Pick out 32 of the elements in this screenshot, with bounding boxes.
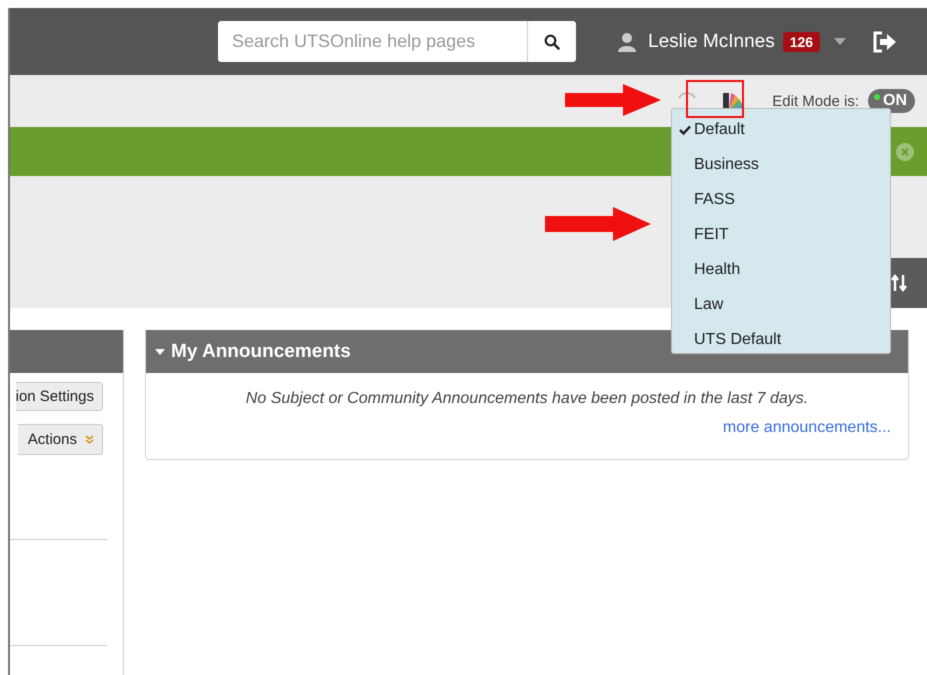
collapse-icon[interactable] [155,348,165,356]
menu-item-label: FASS [694,190,735,208]
search-icon [544,34,560,50]
panel-title: My Announcements [171,340,351,362]
more-link[interactable]: more announcements... [722,419,891,436]
empty-message: No Subject or Community Announcements have been posted in the last 7 days. [244,390,810,408]
highlight-box [686,80,744,118]
caret-icon[interactable] [834,38,846,46]
chevron-icon [85,434,94,444]
actions-button[interactable]: Actions [18,424,103,455]
menu-item[interactable]: FASS [672,182,890,217]
menu-item-label: Law [694,296,724,314]
menu-item-label: Health [694,260,740,278]
notification-count: 126 [782,32,820,52]
menu-item[interactable]: FEIT [672,217,890,252]
menu-item[interactable]: Business [672,147,890,182]
user-icon [618,32,636,52]
menu-item-label: FEIT [694,226,729,244]
menu-item[interactable]: UTS Default [672,322,890,357]
menu-item[interactable]: Health [672,252,890,287]
menu-item[interactable]: Law [672,287,890,322]
menu-item-label: UTS Default [694,330,782,348]
menu-item[interactable]: Default [672,112,890,147]
user-name[interactable]: Leslie McInnes [648,30,775,52]
settings-button[interactable]: ion Settings [16,382,103,411]
check-icon [679,125,691,135]
menu-item-label: Default [694,120,745,138]
menu-item-label: Business [694,156,759,174]
edit-mode-toggle[interactable]: ON [868,89,915,113]
sort-icon [890,273,906,293]
logout-icon[interactable] [872,30,898,52]
edit-mode-label: Edit Mode is: [772,92,859,110]
